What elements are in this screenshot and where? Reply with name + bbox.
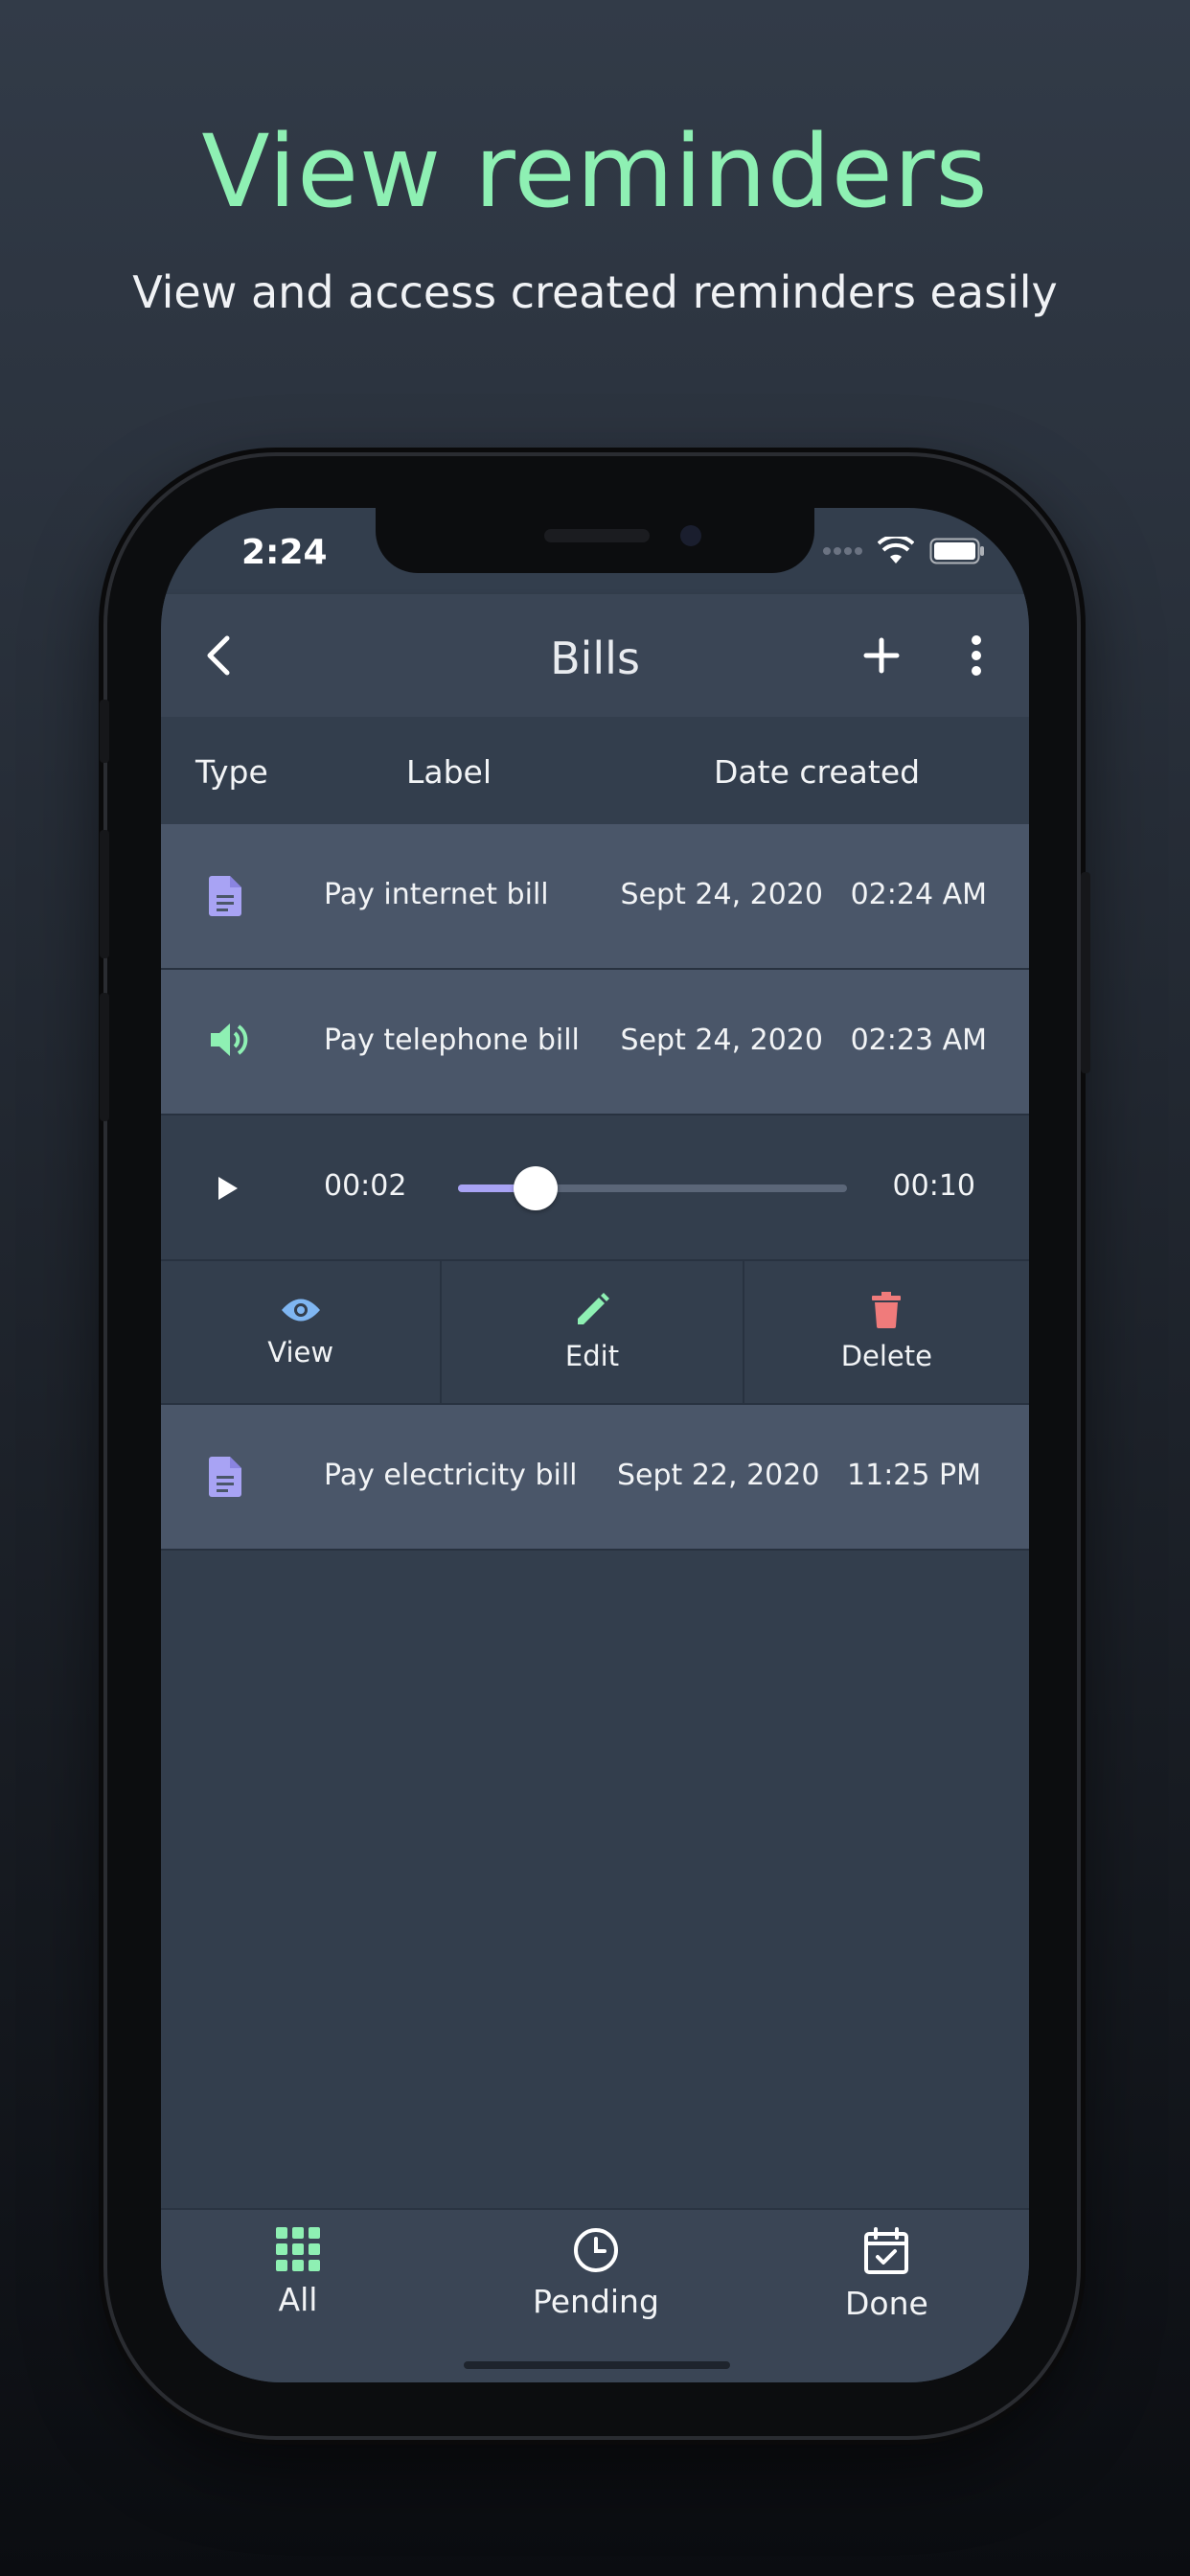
reminder-label: Pay electricity bill [324, 1459, 578, 1492]
current-time: 00:02 [324, 1169, 407, 1203]
play-icon [218, 1177, 238, 1200]
delete-label: Delete [840, 1340, 932, 1372]
reminder-row[interactable]: Pay electricity bill Sept 22, 2020 11:25… [161, 1405, 1029, 1551]
column-header-label: Label [406, 753, 492, 791]
status-icons [822, 537, 985, 565]
slider-thumb[interactable] [514, 1166, 559, 1210]
phone-volume-down [100, 993, 109, 1121]
nav-pending[interactable]: Pending [533, 2227, 659, 2320]
reminder-label: Pay internet bill [324, 878, 549, 911]
home-indicator [464, 2361, 730, 2369]
signal-icon [823, 547, 862, 555]
view-label: View [267, 1336, 334, 1368]
speaker-icon [209, 1020, 249, 1064]
more-options-button[interactable] [952, 627, 1000, 684]
front-camera [680, 525, 701, 546]
calendar-check-icon [864, 2227, 909, 2274]
document-icon [209, 876, 241, 920]
nav-done[interactable]: Done [845, 2227, 928, 2322]
view-button[interactable]: View [161, 1261, 443, 1403]
promo-title: View reminders [201, 113, 989, 230]
clock-icon [573, 2228, 618, 2272]
phone-power-button [1081, 872, 1090, 1073]
notch [376, 508, 814, 573]
eye-icon [281, 1299, 320, 1322]
phone-volume-up [100, 830, 109, 958]
more-vertical-icon [972, 635, 981, 676]
reminder-date: Sept 24, 2020 02:23 AM [620, 1024, 987, 1057]
phone-mute-switch [100, 700, 109, 763]
reminder-row[interactable]: Pay telephone bill Sept 24, 2020 02:23 A… [161, 970, 1029, 1116]
reminder-date: Sept 22, 2020 11:25 PM [616, 1459, 981, 1492]
trash-icon [872, 1292, 902, 1328]
total-time: 00:10 [892, 1169, 975, 1203]
edit-button[interactable]: Edit [442, 1261, 744, 1403]
reminder-date: Sept 24, 2020 02:24 AM [620, 878, 987, 911]
plus-icon [863, 637, 900, 674]
promo-subtitle: View and access created reminders easily [132, 266, 1058, 318]
wifi-icon [878, 537, 914, 564]
table-header: Type Label Date created [161, 717, 1029, 826]
nav-pending-label: Pending [533, 2283, 659, 2320]
bottom-navigation: All Pending Done [161, 2208, 1029, 2382]
status-time: 2:24 [241, 533, 328, 572]
audio-player: 00:02 00:10 [161, 1116, 1029, 1261]
grid-icon [276, 2227, 320, 2271]
add-button[interactable] [853, 627, 910, 684]
earpiece [544, 529, 650, 542]
pencil-icon [578, 1293, 610, 1324]
app-bar: Bills [161, 594, 1029, 717]
document-icon [209, 1457, 241, 1501]
reminder-row[interactable]: Pay internet bill Sept 24, 2020 02:24 AM [161, 824, 1029, 970]
nav-all[interactable]: All [276, 2227, 320, 2318]
edit-label: Edit [564, 1340, 620, 1372]
delete-button[interactable]: Delete [744, 1261, 1029, 1403]
nav-all-label: All [278, 2281, 318, 2318]
reminder-label: Pay telephone bill [324, 1024, 580, 1057]
column-header-type: Type [195, 753, 268, 791]
row-actions: View Edit Delete [161, 1261, 1029, 1405]
column-header-date: Date created [714, 753, 921, 791]
nav-done-label: Done [845, 2285, 928, 2322]
battery-icon [929, 538, 984, 564]
phone-screen: 2:24 Bills Type Label Date created Pay i… [161, 508, 1029, 2382]
audio-progress-slider[interactable] [458, 1166, 847, 1210]
play-button[interactable] [211, 1171, 245, 1206]
